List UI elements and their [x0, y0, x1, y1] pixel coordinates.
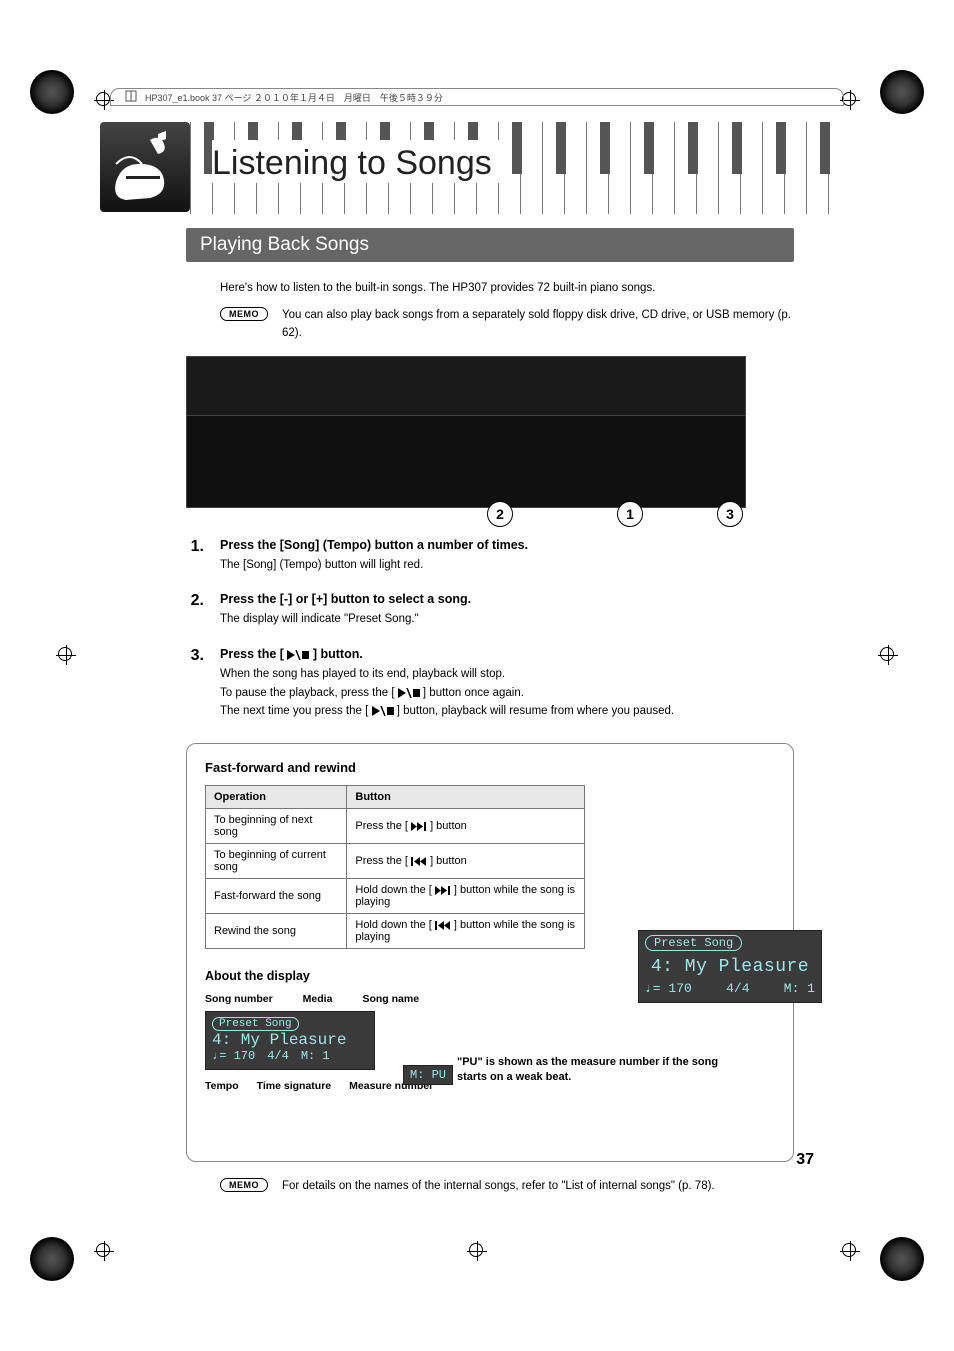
- table-header: Operation: [206, 785, 347, 808]
- side-display-figure: Preset Song 4: My Pleasure ♩= 170 4/4 M:…: [638, 930, 822, 1003]
- memo-badge: MEMO: [220, 307, 268, 321]
- chapter-icon: [100, 122, 190, 212]
- print-registration-mark: [30, 70, 74, 114]
- lcd-screen: Preset Song 4: My Pleasure ♩= 170 4/4 M:…: [638, 930, 822, 1003]
- play-stop-icon: [287, 647, 309, 661]
- crop-mark-icon: [56, 645, 76, 665]
- step-title: Press the [ ] button.: [220, 647, 794, 662]
- print-header-strip: HP307_e1.book 37 ページ ２０１０年１月４日 月曜日 午後５時３…: [110, 88, 844, 106]
- memo-badge: MEMO: [220, 1178, 268, 1192]
- table-row: Fast-forward the song Hold down the [ ] …: [206, 878, 585, 913]
- panel-closeup-image: 2 1 3: [186, 416, 746, 508]
- label-time-signature: Time signature: [257, 1080, 332, 1092]
- table-cell: Press the [ ] button: [347, 843, 585, 878]
- table-cell: To beginning of current song: [206, 843, 347, 878]
- callout-1: 1: [617, 501, 643, 527]
- prev-track-icon: [435, 919, 451, 931]
- print-registration-mark: [30, 1237, 74, 1281]
- step-text: To pause the playback, press the [ ] but…: [220, 684, 794, 703]
- crop-mark-icon: [840, 1241, 860, 1261]
- table-row: To beginning of current song Press the […: [206, 843, 585, 878]
- table-cell: Hold down the [ ] button while the song …: [347, 878, 585, 913]
- callout-3: 3: [717, 501, 743, 527]
- table-row: Rewind the song Hold down the [ ] button…: [206, 913, 585, 948]
- panel-figure: 2 1 3: [186, 356, 794, 508]
- label-media: Media: [303, 993, 333, 1005]
- table-cell: Hold down the [ ] button while the song …: [347, 913, 585, 948]
- chapter-title: Listening to Songs: [212, 140, 506, 183]
- lcd-timesig: 4/4: [267, 1049, 289, 1063]
- table-cell: Fast-forward the song: [206, 878, 347, 913]
- next-track-icon: [411, 820, 427, 832]
- table-cell: To beginning of next song: [206, 808, 347, 843]
- print-header-text: HP307_e1.book 37 ページ ２０１０年１月４日 月曜日 午後５時３…: [145, 91, 443, 104]
- print-registration-mark: [880, 1237, 924, 1281]
- crop-mark-icon: [878, 645, 898, 665]
- table-header: Button: [347, 785, 585, 808]
- step-text: When the song has played to its end, pla…: [220, 665, 794, 683]
- lcd-measure: M: 1: [301, 1049, 330, 1063]
- book-icon: [125, 90, 137, 104]
- page-number: 37: [796, 1151, 814, 1169]
- lcd-tab: Preset Song: [645, 935, 742, 951]
- step-list: 1. Press the [Song] (Tempo) button a num…: [186, 538, 794, 721]
- chapter-title-bar: Listening to Songs: [190, 122, 844, 214]
- memo-text: You can also play back songs from a sepa…: [282, 307, 794, 342]
- step-text: The [Song] (Tempo) button will light red…: [220, 556, 794, 574]
- crop-mark-icon: [94, 1241, 114, 1261]
- section-heading: Playing Back Songs: [186, 228, 794, 262]
- step-number: 3.: [186, 647, 204, 721]
- lcd-main-line: 4: My Pleasure: [212, 1031, 368, 1049]
- memo-block: MEMO For details on the names of the int…: [220, 1178, 794, 1195]
- print-registration-mark: [880, 70, 924, 114]
- about-display-diagram: Song number Media Song name Preset Song …: [205, 993, 775, 1143]
- table-row: To beginning of next song Press the [ ] …: [206, 808, 585, 843]
- label-tempo: Tempo: [205, 1080, 239, 1092]
- prev-track-icon: [411, 855, 427, 867]
- step-1: 1. Press the [Song] (Tempo) button a num…: [186, 538, 794, 574]
- label-song-name: Song name: [362, 993, 419, 1005]
- lcd-main-line: 4: My Pleasure: [645, 957, 815, 977]
- step-number: 1.: [186, 538, 204, 574]
- lcd-measure: M: 1: [784, 981, 815, 996]
- memo-block: MEMO You can also play back songs from a…: [220, 307, 794, 342]
- memo-text: For details on the names of the internal…: [282, 1178, 715, 1195]
- step-3: 3. Press the [ ] button. When the song h…: [186, 647, 794, 721]
- table-cell: Rewind the song: [206, 913, 347, 948]
- lcd-tab: Preset Song: [212, 1017, 299, 1031]
- table-cell: Press the [ ] button: [347, 808, 585, 843]
- box-title: Fast-forward and rewind: [205, 760, 775, 775]
- lcd-tempo: ♩= 170: [212, 1049, 255, 1063]
- step-text: The display will indicate "Preset Song.": [220, 610, 794, 628]
- step-text: The next time you press the [ ] button, …: [220, 702, 794, 721]
- next-track-icon: [435, 884, 451, 896]
- callout-2: 2: [487, 501, 513, 527]
- play-stop-icon: [398, 684, 420, 702]
- step-title: Press the [Song] (Tempo) button a number…: [220, 538, 794, 552]
- step-2: 2. Press the [-] or [+] button to select…: [186, 592, 794, 628]
- operations-table: Operation Button To beginning of next so…: [205, 785, 585, 949]
- pu-badge: M: PU: [403, 1065, 453, 1085]
- crop-mark-icon: [467, 1241, 487, 1261]
- intro-paragraph: Here's how to listen to the built-in son…: [220, 280, 794, 297]
- step-title: Press the [-] or [+] button to select a …: [220, 592, 794, 606]
- step-number: 2.: [186, 592, 204, 628]
- panel-overview-image: [186, 356, 746, 416]
- play-stop-icon: [372, 702, 394, 720]
- pu-note: "PU" is shown as the measure number if t…: [457, 1055, 737, 1086]
- label-song-number: Song number: [205, 993, 273, 1005]
- lcd-screen: Preset Song 4: My Pleasure ♩= 170 4/4 M:…: [205, 1011, 375, 1070]
